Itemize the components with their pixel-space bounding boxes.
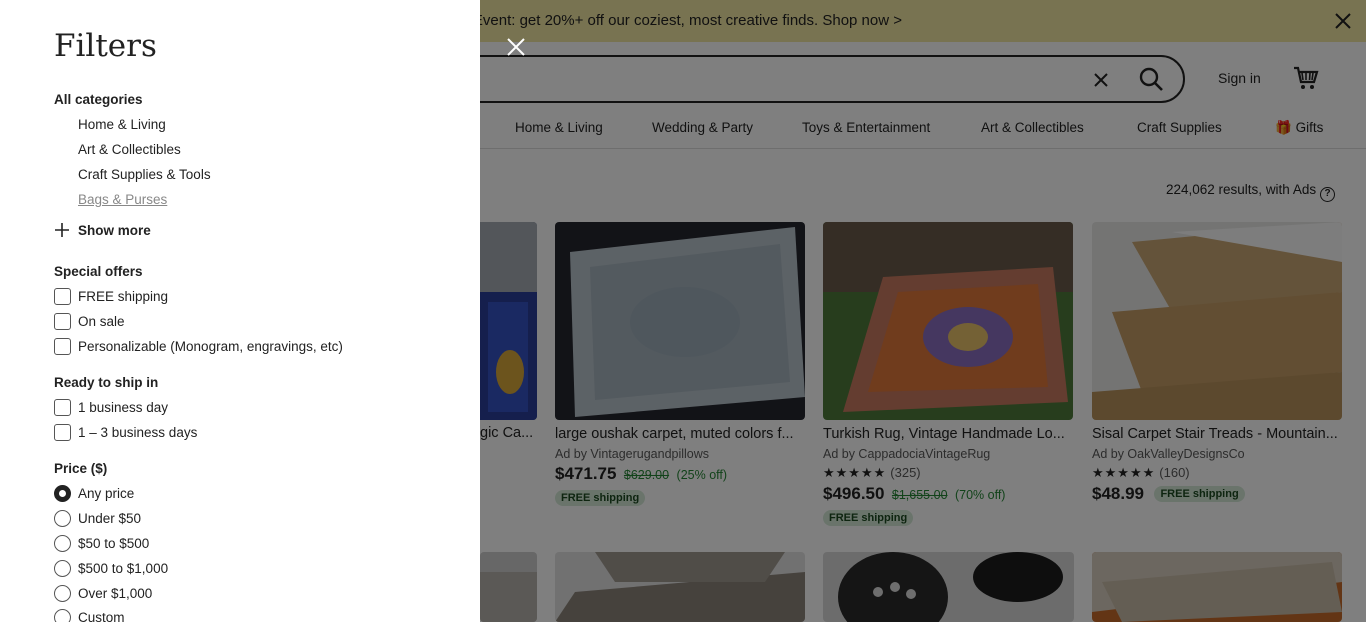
price-500-1000-radio[interactable]: $500 to $1,000 bbox=[54, 560, 168, 577]
checkbox[interactable] bbox=[54, 288, 71, 305]
price-heading: Price ($) bbox=[54, 461, 108, 476]
price-any-radio[interactable]: Any price bbox=[54, 485, 134, 502]
checkbox[interactable] bbox=[54, 338, 71, 355]
on-sale-checkbox[interactable]: On sale bbox=[54, 313, 125, 330]
categories-heading[interactable]: All categories bbox=[54, 92, 143, 107]
ship-1-day-checkbox[interactable]: 1 business day bbox=[54, 399, 168, 416]
radio-selected[interactable] bbox=[54, 485, 71, 502]
special-offers-heading: Special offers bbox=[54, 264, 143, 279]
checkbox[interactable] bbox=[54, 313, 71, 330]
ship-1-3-days-checkbox[interactable]: 1 – 3 business days bbox=[54, 424, 197, 441]
category-home-living[interactable]: Home & Living bbox=[78, 117, 166, 132]
filters-drawer: Filters All categories Home & Living Art… bbox=[0, 0, 480, 622]
personalizable-checkbox[interactable]: Personalizable (Monogram, engravings, et… bbox=[54, 338, 343, 355]
plus-icon bbox=[55, 223, 69, 237]
checkbox[interactable] bbox=[54, 424, 71, 441]
price-over-1000-radio[interactable]: Over $1,000 bbox=[54, 585, 152, 602]
radio[interactable] bbox=[54, 609, 71, 622]
show-more-button[interactable]: Show more bbox=[54, 222, 151, 238]
checkbox[interactable] bbox=[54, 399, 71, 416]
price-custom-radio[interactable]: Custom bbox=[54, 609, 125, 622]
free-shipping-checkbox[interactable]: FREE shipping bbox=[54, 288, 168, 305]
radio[interactable] bbox=[54, 535, 71, 552]
radio[interactable] bbox=[54, 585, 71, 602]
price-50-500-radio[interactable]: $50 to $500 bbox=[54, 535, 149, 552]
ready-to-ship-heading: Ready to ship in bbox=[54, 375, 159, 390]
radio[interactable] bbox=[54, 560, 71, 577]
category-bags-purses[interactable]: Bags & Purses bbox=[78, 192, 167, 207]
close-icon[interactable] bbox=[506, 37, 526, 57]
filters-title: Filters bbox=[54, 28, 157, 64]
category-craft-supplies[interactable]: Craft Supplies & Tools bbox=[78, 167, 211, 182]
category-art-collectibles[interactable]: Art & Collectibles bbox=[78, 142, 181, 157]
radio[interactable] bbox=[54, 510, 71, 527]
price-under-50-radio[interactable]: Under $50 bbox=[54, 510, 141, 527]
